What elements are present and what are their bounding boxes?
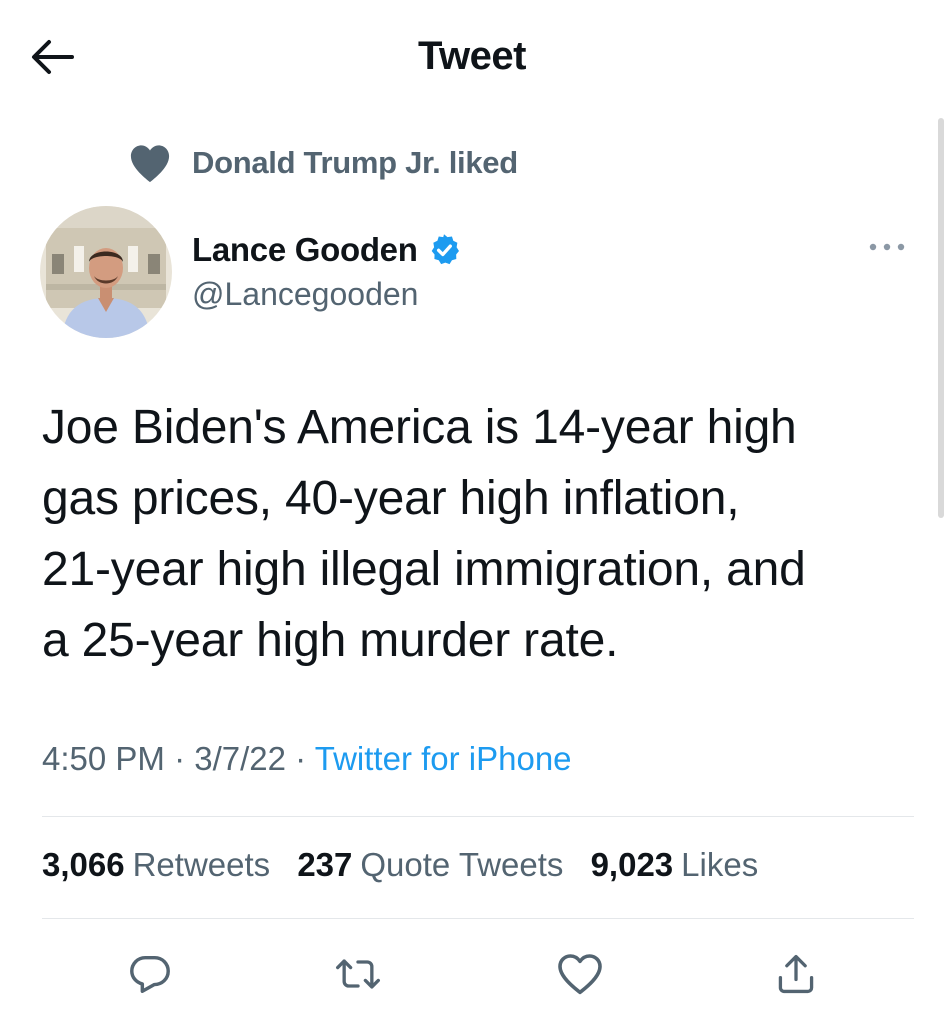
tweet-text-line: 21-year high illegal immigration, and <box>42 543 806 596</box>
tweet-stats: 3,066 Retweets 237 Quote Tweets 9,023 Likes <box>42 846 776 884</box>
tweet-text-line: Joe Biden's America is 14-year high <box>42 401 797 454</box>
meta-separator: · <box>295 740 307 777</box>
more-options-button[interactable] <box>862 232 912 262</box>
reply-icon <box>130 955 170 993</box>
retweets-stat[interactable]: 3,066 Retweets <box>42 846 270 883</box>
author-handle[interactable]: @Lancegooden <box>192 276 462 313</box>
action-bar <box>0 944 944 1004</box>
likes-stat[interactable]: 9,023 Likes <box>591 846 759 883</box>
reply-button[interactable] <box>120 944 180 1004</box>
tweet-date[interactable]: 3/7/22 <box>194 740 286 777</box>
share-icon <box>778 954 814 994</box>
retweet-icon <box>336 959 380 989</box>
divider <box>42 816 914 817</box>
page-title: Tweet <box>418 34 526 78</box>
header-bar: Tweet <box>0 0 944 110</box>
avatar[interactable] <box>40 206 172 338</box>
author-block[interactable]: Lance Gooden @Lancegooden <box>192 226 462 313</box>
author-name[interactable]: Lance Gooden <box>192 231 418 269</box>
verified-badge-icon <box>426 232 462 268</box>
tweet-source-link[interactable]: Twitter for iPhone <box>315 740 572 777</box>
more-dots-icon <box>869 243 905 251</box>
retweets-count: 3,066 <box>42 846 125 883</box>
tweet-meta: 4:50 PM · 3/7/22 · Twitter for iPhone <box>42 740 572 778</box>
like-icon <box>558 954 602 995</box>
heart-filled-icon <box>126 140 174 186</box>
like-button[interactable] <box>550 944 610 1004</box>
tweet-time[interactable]: 4:50 PM <box>42 740 165 777</box>
share-button[interactable] <box>766 944 826 1004</box>
quote-tweets-count: 237 <box>297 846 353 883</box>
social-context-text: Donald Trump Jr. liked <box>192 145 518 180</box>
tweet-text: Joe Biden's America is 14-year high gas … <box>42 392 922 676</box>
retweet-button[interactable] <box>328 944 388 1004</box>
likes-count: 9,023 <box>590 846 674 883</box>
quote-tweets-stat[interactable]: 237 Quote Tweets <box>297 846 563 883</box>
likes-label: Likes <box>681 846 759 883</box>
social-context[interactable]: Donald Trump Jr. liked <box>126 140 518 186</box>
divider <box>42 918 914 919</box>
meta-separator: · <box>174 740 186 777</box>
quote-tweets-label: Quote Tweets <box>360 846 564 883</box>
tweet-text-line: a 25-year high murder rate. <box>42 614 619 667</box>
tweet-text-line: gas prices, 40-year high inflation, <box>42 472 740 525</box>
scrollbar[interactable] <box>938 118 944 518</box>
retweets-label: Retweets <box>132 846 271 883</box>
